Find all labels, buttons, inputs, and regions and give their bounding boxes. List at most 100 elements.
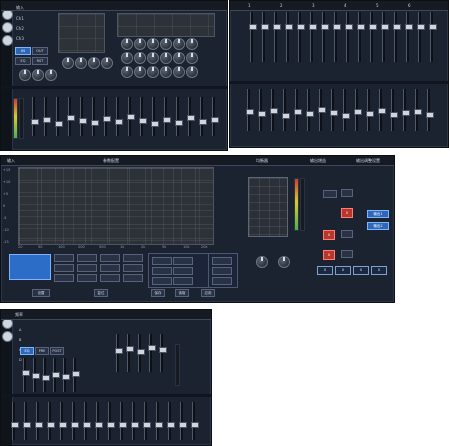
panel-header <box>1 1 227 11</box>
setting-button[interactable] <box>152 267 172 275</box>
small-control-button[interactable] <box>323 190 337 198</box>
input-label-2: Ch1 <box>16 16 24 21</box>
in-button[interactable]: IN <box>15 47 31 55</box>
band-button[interactable] <box>100 254 120 262</box>
band-button[interactable] <box>77 264 97 272</box>
small-control-button[interactable] <box>341 250 353 258</box>
knob[interactable] <box>160 66 172 78</box>
knob[interactable] <box>173 52 185 64</box>
knob[interactable] <box>134 38 146 50</box>
knob[interactable] <box>32 69 44 81</box>
knob[interactable] <box>147 38 159 50</box>
knob[interactable] <box>147 66 159 78</box>
value-box: 0 <box>317 266 333 275</box>
apply-button[interactable]: 应用 <box>201 289 215 297</box>
sidebar-button[interactable] <box>2 22 13 33</box>
knob[interactable] <box>121 66 133 78</box>
setup-button[interactable]: 设置 <box>32 289 50 297</box>
knob[interactable] <box>256 256 268 268</box>
wide-graph-screen <box>117 13 215 37</box>
output-2-button[interactable]: 输出2 <box>367 222 389 230</box>
band-button[interactable] <box>77 274 97 282</box>
output-1-button[interactable]: 输出1 <box>367 210 389 218</box>
db-scale: +15 +10 +5 0 -5 -10 -15 <box>3 168 11 244</box>
knob[interactable] <box>186 66 198 78</box>
knob[interactable] <box>173 66 185 78</box>
small-control-button[interactable] <box>341 230 353 238</box>
band-button[interactable] <box>123 264 143 272</box>
channel-label: 2 <box>280 3 283 8</box>
input-label-1: 输入 <box>16 5 24 10</box>
setting-button[interactable] <box>212 267 232 275</box>
pre-button[interactable]: PRE <box>35 347 49 355</box>
setting-button[interactable] <box>173 277 193 285</box>
section-divider <box>1 394 211 397</box>
row-label: B <box>19 338 22 342</box>
right-title-2: 输出增益 <box>310 158 326 163</box>
setting-button[interactable] <box>212 257 232 265</box>
band-button[interactable] <box>100 264 120 272</box>
knob[interactable] <box>45 69 57 81</box>
setting-button[interactable] <box>152 277 172 285</box>
knob[interactable] <box>278 256 290 268</box>
channel-label: 4 <box>344 3 347 8</box>
knob[interactable] <box>88 57 100 69</box>
level-meter <box>300 178 305 231</box>
knob[interactable] <box>160 52 172 64</box>
red-value-box[interactable]: 0 <box>323 230 335 240</box>
out-button[interactable]: OUT <box>32 47 48 55</box>
section-divider <box>1 86 227 89</box>
band-button[interactable] <box>77 254 97 262</box>
knob[interactable] <box>101 57 113 69</box>
load-button[interactable]: 读取 <box>175 289 189 297</box>
sidebar-button[interactable] <box>2 35 13 46</box>
band-button[interactable] <box>54 254 74 262</box>
main-title: 参数配置 <box>103 158 119 163</box>
band-button[interactable] <box>123 274 143 282</box>
middle-panel: 输入 参数配置 均衡器 输出增益 输出调整设置 +15 +10 +5 0 -5 … <box>0 155 395 303</box>
band-button[interactable] <box>54 264 74 272</box>
setting-button[interactable] <box>173 257 193 265</box>
setting-button[interactable] <box>173 267 193 275</box>
red-value-box[interactable]: 0 <box>323 250 335 260</box>
panel-header <box>1 310 211 320</box>
channel-label: 6 <box>408 3 411 8</box>
knob[interactable] <box>75 57 87 69</box>
save-button[interactable]: 保存 <box>151 289 165 297</box>
reset-button[interactable]: RST <box>32 57 48 65</box>
knob[interactable] <box>121 52 133 64</box>
knob[interactable] <box>19 69 31 81</box>
band-button[interactable] <box>100 274 120 282</box>
knob[interactable] <box>186 52 198 64</box>
setting-button[interactable] <box>212 277 232 285</box>
reset-button[interactable]: 复位 <box>94 289 108 297</box>
channel-label: 1 <box>248 3 251 8</box>
mini-eq-graph <box>248 177 288 237</box>
left-sidebar <box>1 1 13 150</box>
value-box: 0 <box>335 266 351 275</box>
small-control-button[interactable] <box>341 189 353 197</box>
band-button[interactable] <box>54 274 74 282</box>
eq-button[interactable]: EQ <box>20 347 34 355</box>
knob[interactable] <box>173 38 185 50</box>
knob[interactable] <box>147 52 159 64</box>
sidebar-button[interactable] <box>2 331 13 342</box>
knob[interactable] <box>160 38 172 50</box>
knob[interactable] <box>186 38 198 50</box>
panel-title: 频率 <box>15 312 23 317</box>
knob[interactable] <box>62 57 74 69</box>
knob[interactable] <box>121 38 133 50</box>
eq-button[interactable]: EQ <box>15 57 31 65</box>
eq-graph <box>18 167 214 245</box>
top-left-panel: 输入 Ch1 Ch2 Ch3 IN OUT EQ RST <box>0 0 228 151</box>
post-button[interactable]: POST <box>50 347 64 355</box>
band-button[interactable] <box>123 254 143 262</box>
small-graph-screen <box>58 13 105 53</box>
selected-band-block[interactable] <box>9 254 51 280</box>
red-value-box[interactable]: 0 <box>341 208 353 218</box>
knob[interactable] <box>134 66 146 78</box>
row-label: D <box>19 358 22 362</box>
setting-button[interactable] <box>152 257 172 265</box>
level-meter <box>294 178 299 231</box>
knob[interactable] <box>134 52 146 64</box>
